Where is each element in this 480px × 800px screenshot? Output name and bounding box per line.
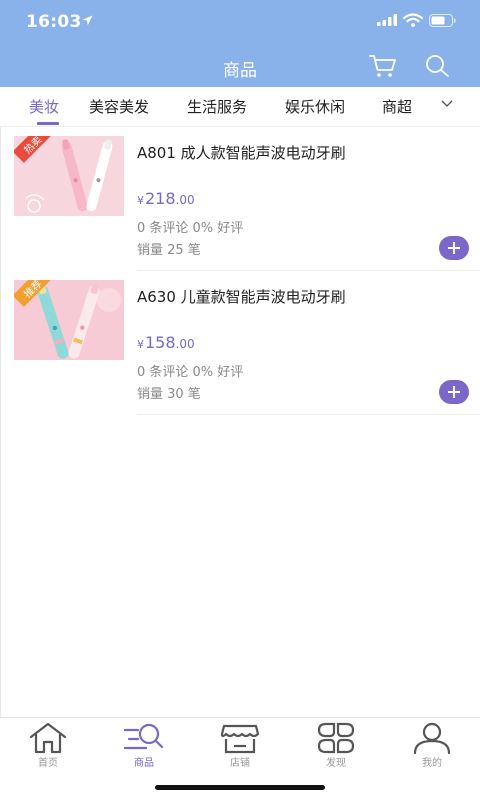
tabbar-label: 我的: [422, 758, 442, 769]
sales-count: 销量 25 笔: [137, 243, 201, 258]
store-icon: [220, 724, 260, 754]
product-image: 热卖: [14, 136, 124, 216]
tabbar-label: 店铺: [230, 758, 250, 769]
tab-entertainment[interactable]: 娱乐休闲: [285, 96, 345, 117]
tabbar-item-goods[interactable]: 商品: [96, 718, 192, 772]
price-integer: 218: [145, 189, 176, 208]
active-tab-indicator: [37, 122, 59, 125]
tabbar-item-home[interactable]: 首页: [0, 718, 96, 772]
product-item[interactable]: 热卖 A801 成人款智能声波电动牙刷 ¥218.00 0 条评论 0% 好评 …: [0, 127, 480, 271]
tabbar-item-store[interactable]: 店铺: [192, 718, 288, 772]
goods-list-icon: [124, 723, 164, 750]
price-symbol: ¥: [137, 194, 144, 207]
sales-count: 销量 30 笔: [137, 387, 201, 402]
status-time: 16:03: [26, 12, 82, 32]
category-tabs: 美妆 美容美发 生活服务 娱乐休闲 商超: [0, 87, 480, 127]
nav-bar: 商品: [0, 44, 480, 87]
product-price: ¥218.00: [137, 189, 195, 208]
cart-icon[interactable]: [369, 54, 397, 78]
tabbar-label: 商品: [134, 758, 154, 769]
tabbar-item-discover[interactable]: 发现: [288, 718, 384, 772]
discover-icon: [317, 722, 355, 754]
product-item[interactable]: 推荐 A630 儿童款智能声波电动牙刷 ¥158.00 0 条评论 0% 好评 …: [0, 271, 480, 415]
status-bar: 16:03: [0, 0, 480, 44]
add-to-cart-button[interactable]: [439, 236, 469, 260]
product-name[interactable]: A801 成人款智能声波电动牙刷: [137, 142, 346, 163]
tabbar-label: 首页: [38, 758, 58, 769]
price-decimal: .00: [175, 337, 195, 351]
price-symbol: ¥: [137, 338, 144, 351]
tab-beauty[interactable]: 美妆: [29, 96, 59, 117]
tabs-fade: [410, 87, 430, 126]
product-image: 推荐: [14, 280, 124, 360]
tabbar-label: 发现: [326, 758, 346, 769]
price-integer: 158: [145, 333, 176, 352]
search-icon[interactable]: [425, 54, 451, 78]
battery-icon: [429, 14, 456, 27]
cellular-signal-icon: [377, 14, 397, 26]
tabbar-item-profile[interactable]: 我的: [384, 718, 480, 772]
home-indicator: [155, 785, 325, 790]
wifi-icon: [403, 13, 423, 27]
chevron-down-icon[interactable]: [440, 99, 454, 109]
review-summary: 0 条评论 0% 好评: [137, 365, 244, 380]
top-bar: 16:03 商品: [0, 0, 480, 87]
product-price: ¥158.00: [137, 333, 195, 352]
tab-hair-salon[interactable]: 美容美发: [89, 96, 149, 117]
price-decimal: .00: [175, 193, 195, 207]
profile-icon: [413, 722, 451, 754]
location-arrow-icon: [82, 15, 93, 26]
tab-life-service[interactable]: 生活服务: [187, 96, 247, 117]
page-title: 商品: [223, 61, 257, 81]
home-icon: [29, 722, 67, 754]
add-to-cart-button[interactable]: [439, 380, 469, 404]
product-name[interactable]: A630 儿童款智能声波电动牙刷: [137, 286, 346, 307]
tab-supermarket[interactable]: 商超: [382, 96, 412, 117]
review-summary: 0 条评论 0% 好评: [137, 221, 244, 236]
divider: [137, 414, 480, 415]
